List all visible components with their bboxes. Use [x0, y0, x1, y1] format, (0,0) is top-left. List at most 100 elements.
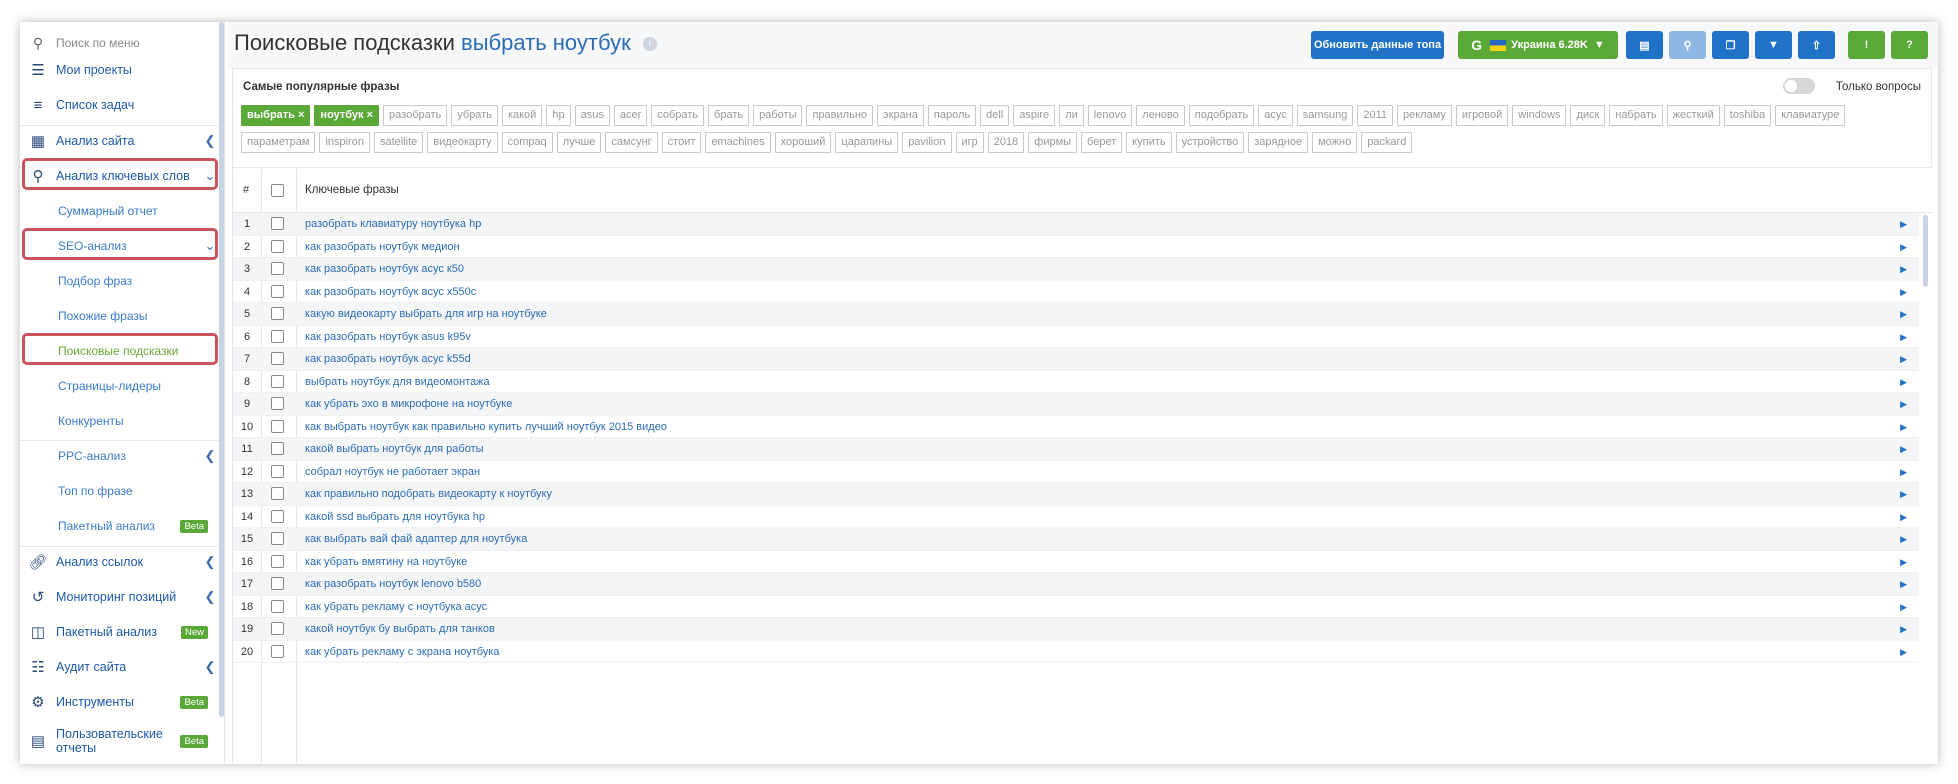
row-checkbox[interactable] — [271, 217, 284, 230]
row-checkbox[interactable] — [271, 509, 284, 523]
phrase-tag[interactable]: pavilion — [902, 132, 952, 153]
expand-arrow-icon[interactable]: ▶ — [1900, 377, 1907, 388]
key-button[interactable]: ⚲ — [1669, 31, 1706, 59]
phrase-tag[interactable]: compaq — [501, 132, 553, 153]
row-checkbox[interactable] — [271, 284, 284, 298]
selected-tag[interactable]: выбрать × — [241, 105, 311, 126]
select-all-checkbox[interactable] — [271, 184, 284, 197]
sidebar-item-tasks[interactable]: ≡ Список задач — [20, 89, 220, 121]
expand-arrow-icon[interactable]: ▶ — [1900, 467, 1907, 478]
expand-arrow-icon[interactable]: ▶ — [1900, 602, 1907, 613]
copy-button[interactable]: ❐ — [1712, 31, 1749, 59]
table-row[interactable]: 20 как убрать рекламу с экрана ноутбука ▶ — [233, 641, 1919, 663]
phrase-link[interactable]: как разобрать ноутбук асус x550c — [305, 286, 476, 298]
phrase-tag[interactable]: клавиатуре — [1775, 105, 1846, 126]
expand-arrow-icon[interactable]: ▶ — [1900, 647, 1907, 658]
phrase-tag[interactable]: экрана — [877, 105, 924, 126]
phrase-link[interactable]: как выбрать ноутбук как правильно купить… — [305, 421, 667, 433]
phrase-link[interactable]: собрал ноутбук не работает экран — [305, 466, 480, 478]
expand-arrow-icon[interactable]: ▶ — [1900, 579, 1907, 590]
row-checkbox[interactable] — [271, 577, 284, 590]
table-row[interactable]: 17 как разобрать ноутбук lenovo b580 ▶ — [233, 573, 1919, 596]
table-row[interactable]: 9 как убрать эхо в микрофоне на ноутбуке ▶ — [233, 393, 1919, 416]
phrase-tag[interactable]: dell — [980, 105, 1010, 126]
table-row[interactable]: 10 как выбрать ноутбук как правильно купи… — [233, 416, 1919, 438]
phrase-tag[interactable]: разобрать — [383, 105, 448, 126]
sidebar-item-summary-report[interactable]: Суммарный отчет — [20, 195, 220, 227]
phrase-tag[interactable]: рекламу — [1397, 105, 1452, 126]
row-checkbox[interactable] — [271, 532, 284, 545]
phrase-link[interactable]: выбрать ноутбук для видеомонтажа — [305, 376, 490, 388]
expand-arrow-icon[interactable]: ▶ — [1900, 264, 1907, 275]
update-top-button[interactable]: Обновить данные топа — [1311, 31, 1444, 59]
phrase-tag[interactable]: работы — [753, 105, 803, 126]
expand-arrow-icon[interactable]: ▶ — [1900, 354, 1907, 365]
expand-arrow-icon[interactable]: ▶ — [1900, 489, 1907, 500]
phrase-tag[interactable]: жесткий — [1666, 105, 1720, 126]
phrase-tag[interactable]: игровой — [1455, 105, 1509, 126]
phrase-tag[interactable]: набрать — [1609, 105, 1663, 126]
phrase-link[interactable]: как разобрать ноутбук медион — [305, 241, 460, 253]
phrase-tag[interactable]: параметрам — [241, 132, 316, 153]
phrase-tag[interactable]: асус — [1258, 105, 1293, 126]
sidebar-item-batch-analysis-sub[interactable]: Пакетный анализ Beta — [20, 510, 220, 542]
phrase-link[interactable]: как убрать эхо в микрофоне на ноутбуке — [305, 398, 512, 410]
phrase-tag[interactable]: windows — [1512, 105, 1567, 126]
help-button[interactable]: ? — [1891, 31, 1928, 59]
phrase-link[interactable]: какой выбрать ноутбук для работы — [305, 443, 484, 455]
row-checkbox[interactable] — [271, 622, 284, 635]
phrase-link[interactable]: какой ноутбук бу выбрать для танков — [305, 623, 495, 635]
phrase-link[interactable]: как убрать рекламу с ноутбука асус — [305, 601, 487, 613]
row-checkbox[interactable] — [271, 262, 284, 275]
table-scrollbar[interactable] — [1923, 215, 1928, 287]
expand-arrow-icon[interactable]: ▶ — [1900, 422, 1907, 433]
phrase-tag[interactable]: ли — [1059, 105, 1084, 126]
region-selector-button[interactable]: G Украина 6.28K ▼ — [1458, 31, 1618, 59]
sidebar-item-user-reports[interactable]: ▤ Пользовательские отчеты Beta — [20, 722, 220, 760]
sidebar-item-position-monitoring[interactable]: ↺ Мониторинг позиций ❮ — [20, 581, 220, 613]
sidebar-item-ppc-analysis[interactable]: PPC-анализ ❮ — [20, 440, 220, 472]
phrase-tag[interactable]: устройство — [1175, 132, 1245, 153]
phrase-tag[interactable]: леново — [1136, 105, 1185, 126]
sidebar-item-phrase-selection[interactable]: Подбор фраз — [20, 265, 220, 297]
expand-arrow-icon[interactable]: ▶ — [1900, 557, 1907, 568]
table-row[interactable]: 3 как разобрать ноутбук асус к50 ▶ — [233, 258, 1919, 281]
sidebar-item-site-audit[interactable]: ☷ Аудит сайта ❮ — [20, 651, 220, 683]
filter-button[interactable]: ▼ — [1755, 31, 1792, 59]
sidebar-item-projects[interactable]: ☰ Мои проекты — [20, 54, 220, 86]
phrase-tag[interactable]: фирмы — [1028, 132, 1078, 153]
phrase-tag[interactable]: acer — [613, 105, 648, 126]
table-row[interactable]: 18 как убрать рекламу с ноутбука асус ▶ — [233, 596, 1919, 618]
phrase-tag[interactable]: стоит — [661, 132, 702, 153]
table-row[interactable]: 5 какую видеокарту выбрать для игр на ноу… — [233, 303, 1919, 326]
phrase-tag[interactable]: пароль — [927, 105, 977, 126]
row-checkbox[interactable] — [271, 329, 284, 343]
phrase-tag[interactable]: берет — [1081, 132, 1123, 153]
phrase-link[interactable]: как разобрать ноутбук lenovo b580 — [305, 578, 481, 590]
phrase-tag[interactable]: правильно — [806, 105, 874, 126]
phrase-link[interactable]: разобрать клавиатуру ноутбука hp — [305, 218, 481, 230]
sidebar-item-top-by-phrase[interactable]: Топ по фразе — [20, 475, 220, 507]
sidebar-item-batch-analysis[interactable]: ◫ Пакетный анализ New — [20, 616, 220, 648]
phrase-tag[interactable]: packard — [1361, 132, 1413, 153]
row-checkbox[interactable] — [271, 442, 284, 455]
table-row[interactable]: 1 разобрать клавиатуру ноутбука hp ▶ — [233, 213, 1919, 236]
phrase-link[interactable]: как правильно подобрать видеокарту к ноу… — [305, 488, 552, 500]
phrase-tag[interactable]: hp — [546, 105, 571, 126]
row-checkbox[interactable] — [271, 464, 284, 478]
row-checkbox[interactable] — [271, 554, 284, 568]
expand-arrow-icon[interactable]: ▶ — [1900, 534, 1907, 545]
questions-only-toggle[interactable] — [1783, 78, 1815, 94]
sidebar-item-similar-phrases[interactable]: Похожие фразы — [20, 300, 220, 332]
phrase-tag[interactable]: подобрать — [1188, 105, 1255, 126]
phrase-tag[interactable]: самсунг — [605, 132, 658, 153]
phrase-tag[interactable]: toshiba — [1723, 105, 1772, 126]
expand-arrow-icon[interactable]: ▶ — [1900, 332, 1907, 343]
phrase-link[interactable]: как разобрать ноутбук asus k95v — [305, 331, 471, 343]
phrase-tag[interactable]: aspire — [1013, 105, 1056, 126]
phrase-tag[interactable]: игр — [955, 132, 984, 153]
expand-arrow-icon[interactable]: ▶ — [1900, 624, 1907, 635]
table-row[interactable]: 8 выбрать ноутбук для видеомонтажа ▶ — [233, 371, 1919, 393]
phrase-link[interactable]: как убрать рекламу с экрана ноутбука — [305, 646, 500, 658]
sidebar-item-keyword-analysis[interactable]: ⚲ Анализ ключевых слов ⌄ — [20, 160, 220, 192]
